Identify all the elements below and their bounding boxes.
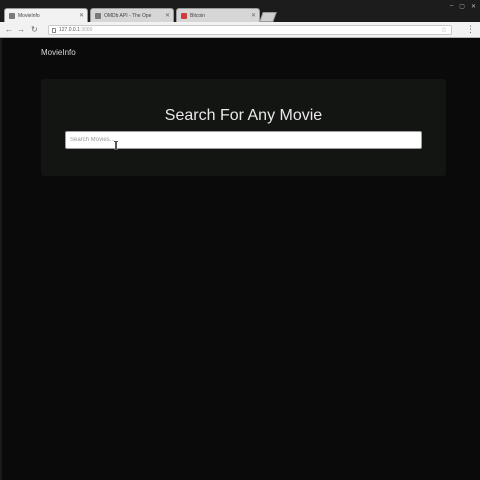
- tab-bitcoin[interactable]: Bitcoin ✕: [176, 8, 260, 22]
- tab-title: OMDb API - The Ope: [104, 12, 152, 19]
- new-tab-icon[interactable]: [259, 12, 277, 22]
- menu-icon[interactable]: ⋮: [466, 24, 475, 35]
- page-icon: [95, 12, 101, 19]
- back-arrow-icon[interactable]: ←: [5, 24, 13, 35]
- window-edge: [0, 38, 2, 480]
- maximize-icon[interactable]: ▢: [459, 3, 465, 10]
- forward-arrow-icon[interactable]: →: [17, 24, 25, 35]
- page-title: Search For Any Movie: [164, 107, 323, 124]
- text-cursor-icon: [114, 141, 118, 150]
- browser-toolbar: ← → ↻ 127.0.0.1:3000 ☆ ⋮: [0, 22, 480, 38]
- browser-tab-strip: MovieInfo ✕ OMDb API - The Ope ✕ Bitcoin…: [0, 0, 480, 22]
- close-window-icon[interactable]: ✕: [471, 3, 476, 10]
- tab-omdb[interactable]: OMDb API - The Ope ✕: [90, 8, 174, 22]
- tab-movieinfo[interactable]: MovieInfo ✕: [4, 8, 88, 22]
- url-port: :3000: [79, 27, 93, 33]
- close-icon[interactable]: ✕: [251, 13, 256, 19]
- reload-icon[interactable]: ↻: [31, 24, 38, 35]
- search-panel: Search For Any Movie: [41, 79, 446, 176]
- page-info-icon[interactable]: [52, 27, 56, 33]
- star-icon[interactable]: ☆: [441, 26, 447, 35]
- red-app-icon: [181, 12, 187, 19]
- url-text: 127.0.0.1:3000: [59, 27, 92, 33]
- window-controls: – ▢ ✕: [450, 3, 476, 10]
- url-host: 127.0.0.1: [59, 27, 80, 33]
- minimize-icon[interactable]: –: [450, 3, 453, 10]
- tab-title: Bitcoin: [190, 12, 206, 19]
- tab-title: MovieInfo: [18, 12, 40, 19]
- navbar-brand[interactable]: MovieInfo: [41, 48, 76, 57]
- search-input[interactable]: [65, 131, 422, 149]
- address-bar[interactable]: 127.0.0.1:3000 ☆: [48, 25, 452, 35]
- close-icon[interactable]: ✕: [165, 13, 170, 19]
- close-icon[interactable]: ✕: [79, 13, 84, 19]
- page-icon: [9, 12, 15, 19]
